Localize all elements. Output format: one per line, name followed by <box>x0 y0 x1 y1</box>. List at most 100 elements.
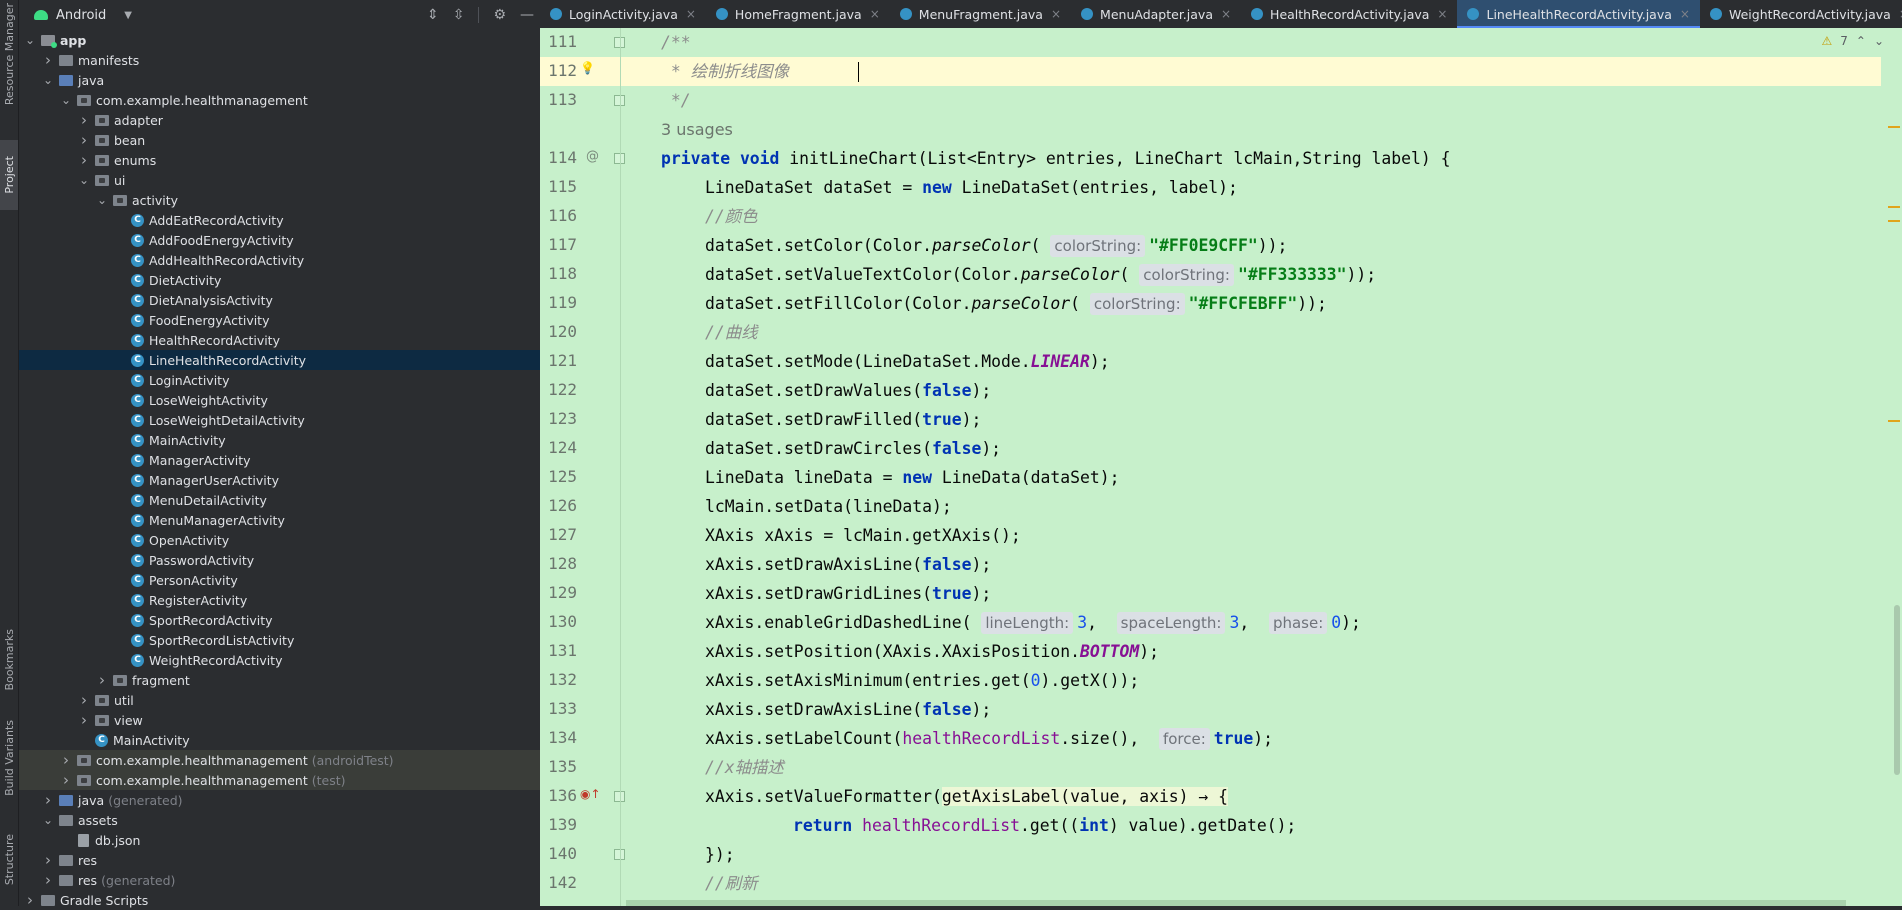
collapse-all-icon[interactable]: ⇳ <box>453 8 465 22</box>
chevron-right-icon[interactable]: › <box>77 151 91 169</box>
code-line[interactable]: */ <box>621 86 1881 115</box>
code-line[interactable]: }); <box>621 840 1881 869</box>
code-line[interactable]: lcMain.setData(lineData); <box>621 492 1881 521</box>
editor-tab[interactable]: HomeFragment.java × <box>706 0 890 28</box>
tree-node[interactable]: C SportRecordActivity <box>19 610 540 630</box>
override-arrow-icon[interactable]: ◉↑ <box>580 787 601 801</box>
tree-node[interactable]: › com.example.healthmanagement (androidTes… <box>19 750 540 770</box>
tool-tab-resource-manager[interactable]: Resource Manager <box>0 0 18 108</box>
code-line[interactable]: dataSet.setValueTextColor(Color.parseCol… <box>621 260 1881 289</box>
code-line[interactable]: dataSet.setColor(Color.parseColor( color… <box>621 231 1881 260</box>
tree-node[interactable]: › enums <box>19 150 540 170</box>
tree-node[interactable]: C AddEatRecordActivity <box>19 210 540 230</box>
chevron-right-icon[interactable]: › <box>41 871 55 889</box>
tree-node[interactable]: ⌄ app <box>19 30 540 50</box>
tool-tab-build-variants[interactable]: Build Variants <box>0 715 18 800</box>
tree-node[interactable]: C AddFoodEnergyActivity <box>19 230 540 250</box>
code-line[interactable]: private void initLineChart(List<Entry> e… <box>621 144 1881 173</box>
close-icon[interactable]: × <box>1437 7 1447 21</box>
tree-node[interactable]: › res <box>19 850 540 870</box>
code-line[interactable]: LineDataSet dataSet = new LineDataSet(en… <box>621 173 1881 202</box>
chevron-right-icon[interactable]: › <box>59 771 73 789</box>
code-line[interactable]: dataSet.setMode(LineDataSet.Mode.LINEAR)… <box>621 347 1881 376</box>
tree-node[interactable]: › fragment <box>19 670 540 690</box>
tree-node[interactable]: C RegisterActivity <box>19 590 540 610</box>
chevron-down-icon[interactable]: ⌄ <box>95 193 109 207</box>
gear-icon[interactable]: ⚙ <box>493 8 506 22</box>
close-icon[interactable]: × <box>686 7 696 21</box>
tree-node[interactable]: C MainActivity <box>19 430 540 450</box>
code-line[interactable]: //x轴描述 <box>621 753 1881 782</box>
tree-node[interactable]: C MenuDetailActivity <box>19 490 540 510</box>
lightbulb-icon[interactable]: 💡 <box>580 61 595 75</box>
tree-node[interactable]: › util <box>19 690 540 710</box>
tree-node[interactable]: C LoginActivity <box>19 370 540 390</box>
code-line[interactable]: XAxis xAxis = lcMain.getXAxis(); <box>621 521 1881 550</box>
tree-node[interactable]: › res (generated) <box>19 870 540 890</box>
close-icon[interactable]: × <box>1221 7 1231 21</box>
chevron-right-icon[interactable]: › <box>23 891 37 909</box>
vertical-scrollbar[interactable] <box>1894 605 1900 775</box>
editor-tab[interactable]: MenuAdapter.java × <box>1071 0 1241 28</box>
next-highlight-icon[interactable]: ⌄ <box>1874 34 1884 48</box>
code-line[interactable]: xAxis.enableGridDashedLine( lineLength: 3… <box>621 608 1881 637</box>
tree-node[interactable]: › view <box>19 710 540 730</box>
code-line[interactable]: //曲线 <box>621 318 1881 347</box>
chevron-right-icon[interactable]: › <box>77 111 91 129</box>
chevron-right-icon[interactable]: › <box>41 791 55 809</box>
code-line[interactable]: LineData lineData = new LineData(dataSet… <box>621 463 1881 492</box>
tree-node[interactable]: C SportRecordListActivity <box>19 630 540 650</box>
chevron-right-icon[interactable]: › <box>77 711 91 729</box>
code-line[interactable]: /** <box>621 28 1881 57</box>
tool-tab-bookmarks[interactable]: Bookmarks <box>0 620 18 700</box>
tree-node[interactable]: › com.example.healthmanagement (test) <box>19 770 540 790</box>
tree-node[interactable]: › adapter <box>19 110 540 130</box>
code-line[interactable]: xAxis.setPosition(XAxis.XAxisPosition.BO… <box>621 637 1881 666</box>
chevron-down-icon[interactable]: ⌄ <box>23 33 37 47</box>
tree-node[interactable]: C MenuManagerActivity <box>19 510 540 530</box>
tree-node[interactable]: C LineHealthRecordActivity <box>19 350 540 370</box>
editor-tab[interactable]: LineHealthRecordActivity.java × <box>1457 0 1701 28</box>
code-line[interactable]: xAxis.setValueFormatter(getAxisLabel(val… <box>621 782 1881 811</box>
chevron-right-icon[interactable]: › <box>95 671 109 689</box>
tree-node[interactable]: C ManagerUserActivity <box>19 470 540 490</box>
code-line[interactable]: xAxis.setLabelCount(healthRecordList.siz… <box>621 724 1881 753</box>
editor-tab[interactable]: WeightRecordActivity.java× <box>1700 0 1902 28</box>
tree-node[interactable]: C PasswordActivity <box>19 550 540 570</box>
tree-node[interactable]: › bean <box>19 130 540 150</box>
tree-node[interactable]: C AddHealthRecordActivity <box>19 250 540 270</box>
code-line[interactable]: return healthRecordList.get((int) value)… <box>621 811 1881 840</box>
tree-node[interactable]: C DietAnalysisActivity <box>19 290 540 310</box>
chevron-down-icon[interactable]: ⌄ <box>77 173 91 187</box>
view-selector[interactable]: Android ▼ <box>19 8 132 23</box>
code-line[interactable]: * 绘制折线图像 <box>621 57 1881 86</box>
tree-node[interactable]: › java (generated) <box>19 790 540 810</box>
tree-node[interactable]: C LoseWeightDetailActivity <box>19 410 540 430</box>
code-line[interactable]: xAxis.setDrawAxisLine(false); <box>621 550 1881 579</box>
code-line[interactable]: dataSet.setFillColor(Color.parseColor( c… <box>621 289 1881 318</box>
tree-node[interactable]: C WeightRecordActivity <box>19 650 540 670</box>
close-icon[interactable]: × <box>1680 7 1690 21</box>
code-line[interactable]: xAxis.setAxisMinimum(entries.get(0).getX… <box>621 666 1881 695</box>
tree-node[interactable]: ⌄ java <box>19 70 540 90</box>
chevron-down-icon[interactable]: ⌄ <box>41 73 55 87</box>
tree-node[interactable]: ⌄ activity <box>19 190 540 210</box>
close-icon[interactable]: × <box>1051 7 1061 21</box>
expand-all-icon[interactable]: ⇕ <box>427 8 439 22</box>
tree-node[interactable]: C ManagerActivity <box>19 450 540 470</box>
tree-node[interactable]: C OpenActivity <box>19 530 540 550</box>
editor-tab[interactable]: HealthRecordActivity.java × <box>1241 0 1457 28</box>
chevron-right-icon[interactable]: › <box>59 751 73 769</box>
chevron-right-icon[interactable]: › <box>77 691 91 709</box>
editor-tab[interactable]: MenuFragment.java × <box>890 0 1071 28</box>
tree-node[interactable]: C FoodEnergyActivity <box>19 310 540 330</box>
horizontal-scrollbar[interactable] <box>626 900 1846 906</box>
tree-node[interactable]: db.json <box>19 830 540 850</box>
tree-node[interactable]: C MainActivity <box>19 730 540 750</box>
chevron-down-icon[interactable]: ⌄ <box>59 93 73 107</box>
chevron-right-icon[interactable]: › <box>41 51 55 69</box>
code-line[interactable]: //刷新 <box>621 869 1881 898</box>
implements-icon[interactable]: @ <box>586 149 599 164</box>
tool-tab-project[interactable]: Project <box>0 140 18 210</box>
warning-stripe-mark[interactable] <box>1888 206 1900 208</box>
